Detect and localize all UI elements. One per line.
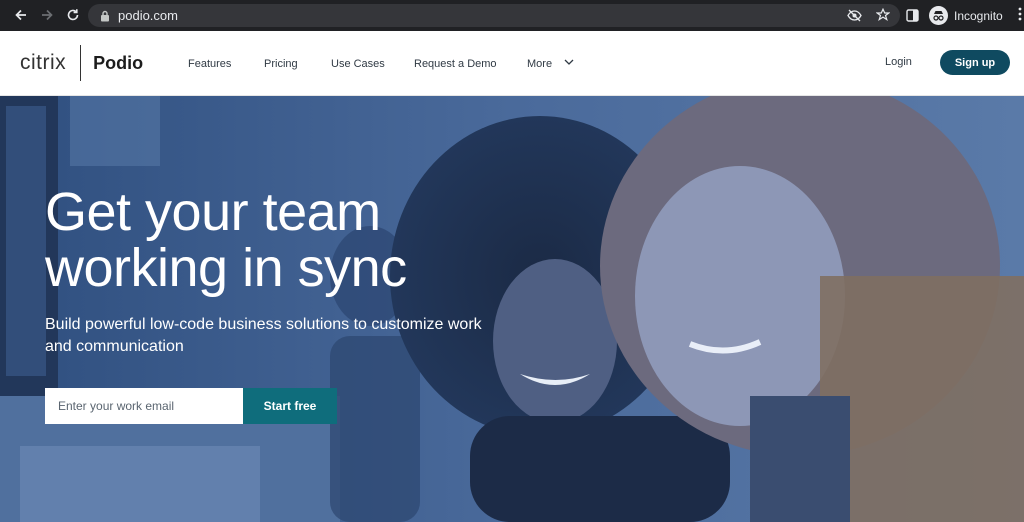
start-free-button[interactable]: Start free — [243, 388, 337, 424]
chevron-down-icon[interactable] — [564, 59, 574, 66]
citrix-podio-logo[interactable]: citrix Podio — [20, 44, 143, 82]
nav-pricing[interactable]: Pricing — [264, 58, 298, 70]
arrow-left-icon — [15, 9, 26, 21]
login-link[interactable]: Login — [885, 56, 912, 68]
hero-background-photo — [0, 96, 1024, 522]
forward-button[interactable] — [36, 4, 58, 26]
profile-label: Incognito — [954, 8, 1003, 23]
side-panel-icon[interactable] — [906, 9, 919, 22]
hero-heading: Get your team working in sync — [45, 184, 505, 296]
hero-subtitle: Build powerful low-code business solutio… — [45, 316, 482, 355]
reload-button[interactable] — [62, 4, 84, 26]
star-icon[interactable] — [876, 8, 890, 22]
email-input[interactable] — [45, 388, 243, 424]
nav-features[interactable]: Features — [188, 58, 231, 70]
logo-divider — [80, 45, 82, 81]
hero-heading-line-1: Get your team — [45, 182, 381, 242]
url-text: podio.com — [118, 8, 178, 23]
reload-icon — [67, 9, 79, 21]
nav-use-cases[interactable]: Use Cases — [331, 58, 385, 70]
nav-more[interactable]: More — [527, 58, 552, 70]
nav-request-demo[interactable]: Request a Demo — [414, 58, 497, 70]
browser-toolbar: podio.com Incognito — [0, 0, 1024, 31]
incognito-icon — [929, 6, 948, 25]
citrix-wordmark: citrix — [20, 51, 67, 74]
hero-section: Get your team working in sync Build powe… — [0, 96, 1024, 522]
site-header: citrix Podio Features Pricing Use Cases … — [0, 31, 1024, 96]
arrow-right-icon — [42, 9, 53, 21]
signup-button[interactable]: Sign up — [940, 50, 1010, 75]
eye-off-icon[interactable] — [847, 9, 862, 22]
lock-icon — [101, 10, 109, 21]
hero-heading-line-2: working in sync — [45, 238, 407, 298]
podio-wordmark: Podio — [93, 52, 144, 73]
address-bar[interactable]: podio.com — [88, 4, 900, 27]
incognito-profile-button[interactable]: Incognito — [927, 4, 1009, 27]
back-button[interactable] — [10, 4, 32, 26]
menu-icon[interactable] — [1018, 7, 1022, 24]
